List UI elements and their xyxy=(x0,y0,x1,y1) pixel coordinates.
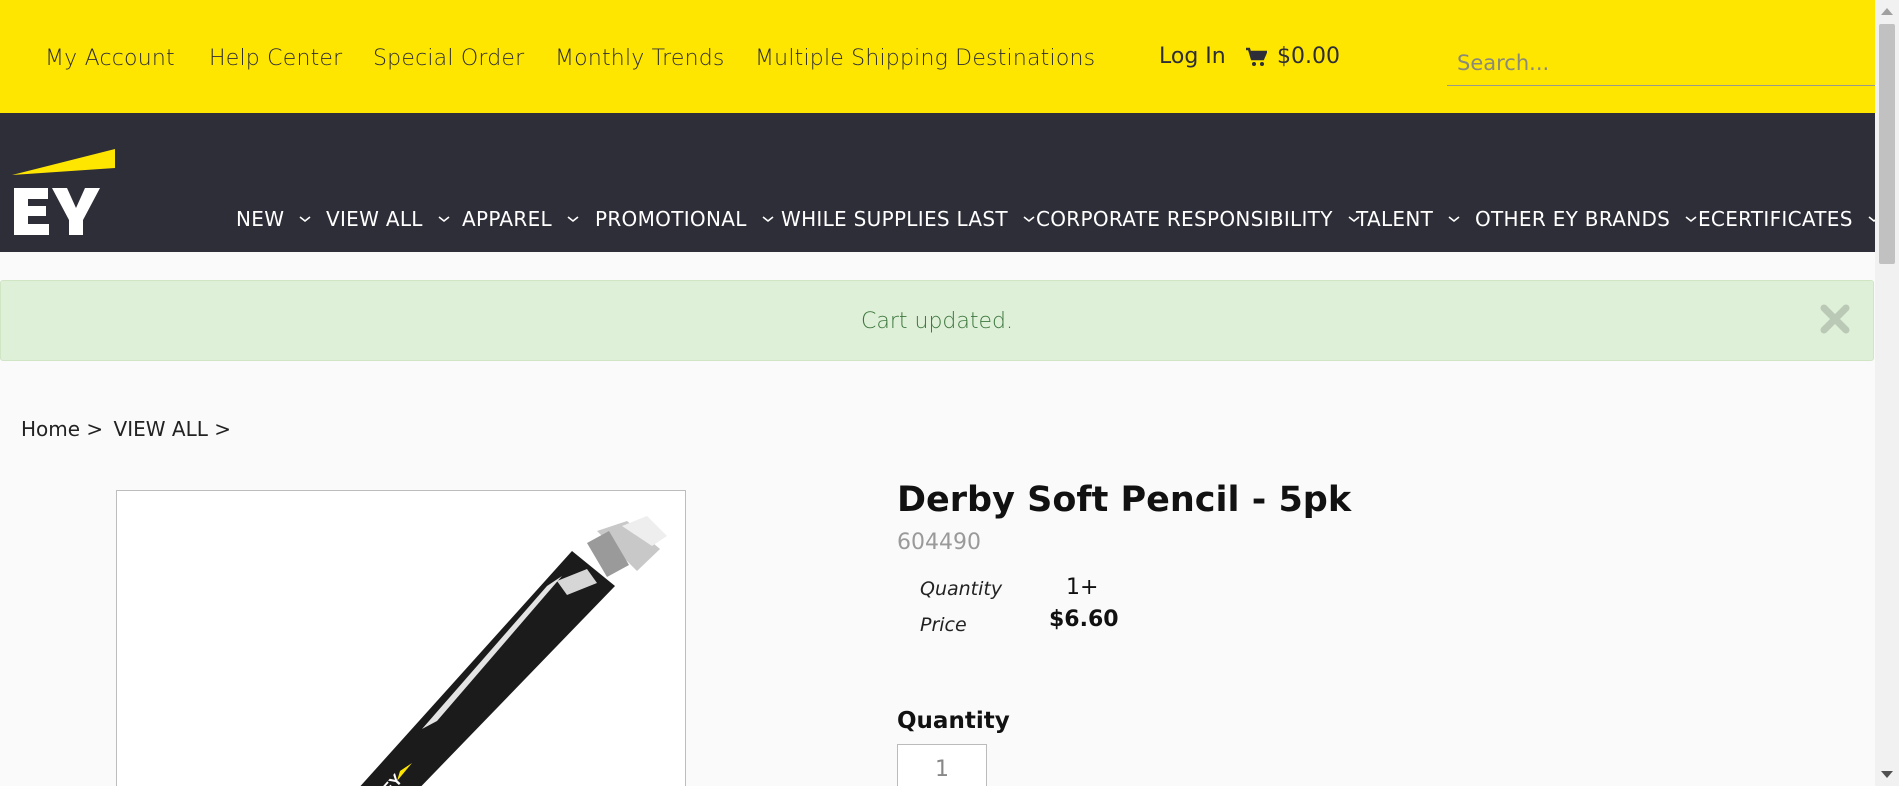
chevron-down-icon xyxy=(762,216,774,223)
scroll-up-arrow-icon[interactable] xyxy=(1881,8,1893,15)
pricing-quantity-value: 1+ xyxy=(1066,575,1099,600)
breadcrumb: Home > VIEW ALL > xyxy=(21,417,235,441)
nav-view-all-label: VIEW ALL xyxy=(326,207,423,231)
pricing-price-label: Price xyxy=(920,614,967,636)
top-utility-bar: My Account Help Center Special Order Mon… xyxy=(0,0,1875,113)
nav-new[interactable]: NEW xyxy=(236,207,312,231)
search-input[interactable] xyxy=(1447,40,1875,86)
close-icon[interactable] xyxy=(1815,299,1855,339)
quantity-input[interactable] xyxy=(897,744,987,786)
chevron-down-icon xyxy=(1023,216,1035,223)
nav-other-ey-brands-label: OTHER EY BRANDS xyxy=(1475,207,1671,231)
product-sku: 604490 xyxy=(897,530,981,555)
chevron-down-icon xyxy=(438,216,450,223)
nav-new-label: NEW xyxy=(236,207,285,231)
nav-apparel[interactable]: APPAREL xyxy=(462,207,580,231)
cart-link[interactable]: $0.00 xyxy=(1245,44,1340,69)
breadcrumb-home[interactable]: Home xyxy=(21,417,80,441)
nav-while-supplies-last-label: WHILE SUPPLIES LAST xyxy=(781,207,1008,231)
nav-promotional-label: PROMOTIONAL xyxy=(595,207,747,231)
nav-talent[interactable]: TALENT xyxy=(1356,207,1461,231)
breadcrumb-separator: > xyxy=(214,417,231,441)
product-image[interactable]: EY xyxy=(116,490,686,786)
scroll-down-arrow-icon[interactable] xyxy=(1881,771,1893,778)
scrollbar-thumb[interactable] xyxy=(1879,24,1895,264)
alert-message: Cart updated. xyxy=(861,309,1013,334)
main-nav: NEW VIEW ALL APPAREL PROMOTIONAL WHILE S… xyxy=(0,113,1880,252)
login-link[interactable]: Log In xyxy=(1159,44,1226,69)
nav-view-all[interactable]: VIEW ALL xyxy=(326,207,451,231)
cart-updated-alert: Cart updated. xyxy=(0,280,1874,361)
my-account-link[interactable]: My Account xyxy=(45,46,175,71)
nav-promotional[interactable]: PROMOTIONAL xyxy=(595,207,775,231)
quantity-heading: Quantity xyxy=(897,708,1010,734)
breadcrumb-view-all[interactable]: VIEW ALL xyxy=(114,417,208,441)
nav-corporate-responsibility[interactable]: CORPORATE RESPONSIBILITY xyxy=(1036,207,1361,231)
pricing-price-value: $6.60 xyxy=(1049,607,1119,632)
cart-total: $0.00 xyxy=(1277,44,1340,69)
breadcrumb-separator: > xyxy=(86,417,104,441)
nav-apparel-label: APPAREL xyxy=(462,207,552,231)
pricing-quantity-label: Quantity xyxy=(920,578,1003,600)
chevron-down-icon xyxy=(567,216,579,223)
nav-corporate-responsibility-label: CORPORATE RESPONSIBILITY xyxy=(1036,207,1333,231)
chevron-down-icon xyxy=(1448,216,1460,223)
nav-ecertificates-label: ECERTIFICATES xyxy=(1698,207,1853,231)
multiple-shipping-link[interactable]: Multiple Shipping Destinations xyxy=(755,46,1095,71)
nav-talent-label: TALENT xyxy=(1356,207,1434,231)
nav-ecertificates[interactable]: ECERTIFICATES xyxy=(1698,207,1881,231)
ey-logo[interactable] xyxy=(12,135,118,243)
chevron-down-icon xyxy=(1685,216,1697,223)
product-title: Derby Soft Pencil - 5pk xyxy=(897,480,1352,520)
nav-while-supplies-last[interactable]: WHILE SUPPLIES LAST xyxy=(781,207,1036,231)
nav-other-ey-brands[interactable]: OTHER EY BRANDS xyxy=(1475,207,1698,231)
monthly-trends-link[interactable]: Monthly Trends xyxy=(555,46,725,71)
special-order-link[interactable]: Special Order xyxy=(373,46,524,71)
chevron-down-icon xyxy=(299,216,311,223)
help-center-link[interactable]: Help Center xyxy=(209,46,342,71)
pencil-image: EY xyxy=(360,516,667,786)
page-scrollbar[interactable] xyxy=(1875,0,1899,786)
cart-icon xyxy=(1246,47,1267,66)
